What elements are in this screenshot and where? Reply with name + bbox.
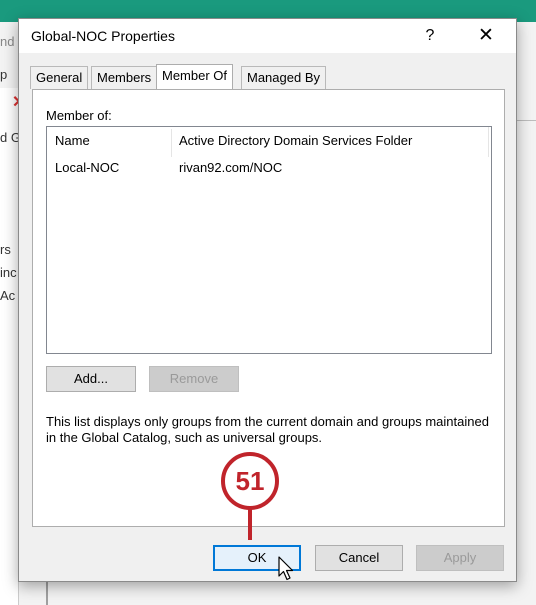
background-text-fragment: rs: [0, 242, 11, 257]
info-text: This list displays only groups from the …: [46, 414, 489, 445]
background-text-fragment: d G: [0, 130, 18, 145]
column-separator[interactable]: [171, 129, 172, 157]
step-callout-badge: 51: [221, 452, 279, 510]
background-text-fragment: p: [0, 67, 8, 82]
tab-members[interactable]: Members: [91, 66, 158, 89]
help-button[interactable]: ?: [417, 23, 443, 49]
list-item[interactable]: Local-NOC rivan92.com/NOC: [47, 157, 487, 179]
column-separator: [488, 127, 489, 157]
mouse-cursor-icon: [278, 556, 294, 581]
background-divider: [516, 120, 536, 121]
tab-managed-by[interactable]: Managed By: [241, 66, 326, 89]
dialog-title: Global-NOC Properties: [31, 28, 175, 44]
apply-button[interactable]: Apply: [416, 545, 504, 571]
add-button[interactable]: Add...: [46, 366, 136, 392]
tab-member-of[interactable]: Member Of: [156, 64, 234, 89]
close-button[interactable]: ✕: [471, 23, 501, 49]
background-tree-pane: [0, 88, 19, 605]
member-of-list[interactable]: Name Active Directory Domain Services Fo…: [46, 126, 492, 354]
background-divider: [46, 580, 48, 605]
remove-button[interactable]: Remove: [149, 366, 239, 392]
background-text-fragment: Ac: [0, 288, 16, 303]
callout-pointer-line: [248, 508, 252, 540]
background-text-fragment: nd: [0, 34, 15, 49]
list-item-folder: rivan92.com/NOC: [179, 160, 283, 175]
background-text-fragment: inc: [0, 265, 17, 280]
list-item-name: Local-NOC: [55, 160, 120, 175]
column-header-folder[interactable]: Active Directory Domain Services Folder: [179, 133, 412, 148]
member-of-label: Member of:: [46, 108, 112, 123]
cancel-button[interactable]: Cancel: [315, 545, 403, 571]
column-header-name[interactable]: Name: [55, 133, 90, 148]
tab-general[interactable]: General: [30, 66, 89, 89]
dialog-title-bar[interactable]: Global-NOC Properties ? ✕: [19, 19, 516, 53]
